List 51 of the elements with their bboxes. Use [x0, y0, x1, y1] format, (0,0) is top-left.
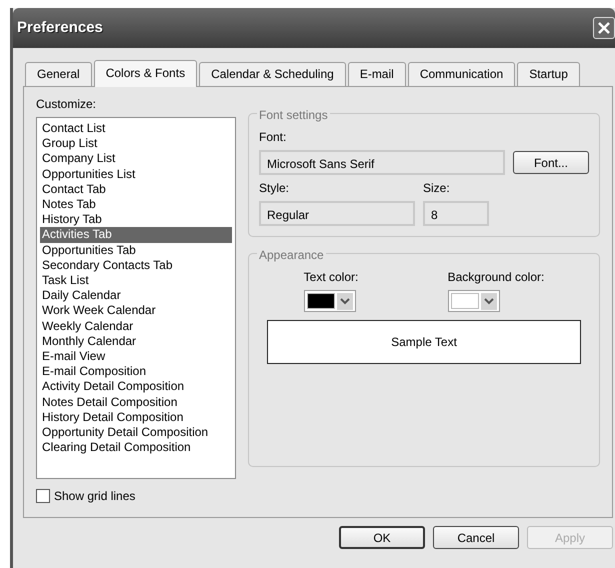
list-item[interactable]: Opportunity Detail Composition — [40, 425, 232, 440]
text-color-picker[interactable] — [304, 290, 356, 312]
chevron-down-icon — [340, 298, 350, 304]
checkbox[interactable] — [36, 489, 50, 503]
font-label: Font: — [259, 129, 288, 146]
show-grid-lines-label: Show grid lines — [54, 488, 136, 505]
tab[interactable]: E-mail — [348, 62, 406, 86]
background-color-picker[interactable] — [448, 290, 500, 312]
font-field: Microsoft Sans Serif — [259, 150, 505, 175]
list-item[interactable]: Monthly Calendar — [40, 334, 232, 350]
chevron-down-icon — [484, 298, 494, 304]
list-item[interactable]: Secondary Contacts Tab — [40, 258, 232, 274]
font-button[interactable]: Font... — [512, 151, 589, 174]
list-item[interactable]: History Tab — [40, 212, 232, 228]
close-button[interactable] — [593, 17, 615, 39]
dialog-button[interactable]: Cancel — [433, 526, 519, 549]
list-item[interactable]: Company List — [40, 151, 232, 167]
list-item[interactable]: Notes Tab — [40, 197, 232, 212]
window-title: Preferences — [17, 18, 103, 38]
tab[interactable]: Communication — [408, 62, 516, 86]
list-item[interactable]: Work Week Calendar — [40, 303, 232, 319]
dialog-button[interactable]: OK — [339, 526, 425, 549]
tab[interactable]: Startup — [517, 62, 580, 86]
style-label: Style: — [259, 180, 290, 197]
list-item[interactable]: Activities Tab — [40, 227, 232, 243]
list-item[interactable]: Opportunities List — [40, 166, 232, 182]
list-item[interactable]: Group List — [40, 136, 232, 152]
text-color-label: Text color: — [304, 269, 358, 286]
background-color-label: Background color: — [448, 269, 544, 286]
list-item[interactable]: E-mail Composition — [40, 364, 232, 380]
size-field: 8 — [423, 201, 489, 226]
customize-list[interactable] — [36, 117, 236, 479]
close-icon — [597, 21, 611, 35]
list-item[interactable]: Contact List — [40, 121, 232, 136]
customize-label: Customize: — [36, 96, 98, 113]
tab[interactable]: Calendar & Scheduling — [199, 62, 346, 86]
list-item[interactable]: E-mail View — [40, 349, 232, 364]
list-item[interactable]: History Detail Composition — [40, 410, 232, 426]
tab[interactable]: General — [25, 62, 92, 86]
list-item[interactable]: Opportunities Tab — [40, 242, 232, 258]
list-item[interactable]: Task List — [40, 273, 232, 288]
list-item[interactable]: Weekly Calendar — [40, 318, 232, 334]
list-item[interactable]: Daily Calendar — [40, 288, 232, 304]
style-field: Regular — [259, 201, 415, 226]
tab[interactable]: Colors & Fonts — [94, 60, 198, 87]
list-item[interactable]: Contact Tab — [40, 182, 232, 198]
size-label: Size: — [423, 180, 451, 197]
list-item[interactable]: Activity Detail Composition — [40, 379, 232, 395]
list-item[interactable]: Notes Detail Composition — [40, 394, 232, 410]
list-item[interactable]: Clearing Detail Composition — [40, 440, 232, 456]
sample-text-preview: Sample Text — [267, 320, 581, 364]
